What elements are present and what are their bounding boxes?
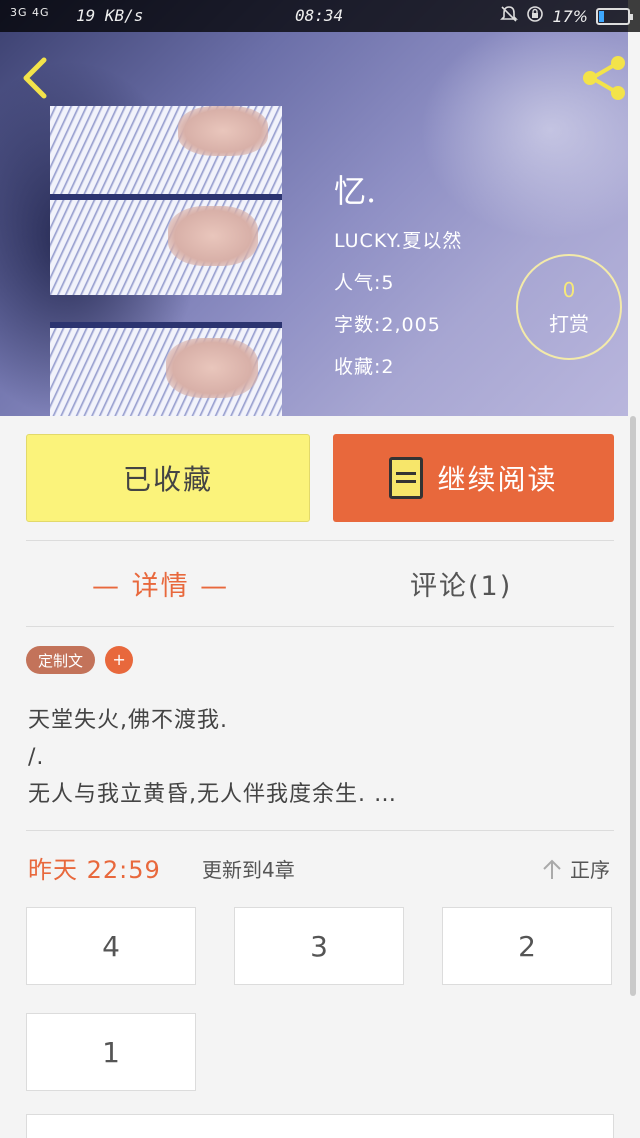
book-cover-image (50, 106, 282, 416)
list-panel (26, 1114, 614, 1138)
rotation-lock-icon (526, 5, 544, 27)
book-header: 忆. LUCKY.夏以然 人气:5 字数:2,005 收藏:2 0 打赏 (0, 0, 628, 416)
book-popularity: 人气:5 (334, 272, 395, 294)
mute-icon (500, 5, 519, 27)
network-speed: 19 KB/s (76, 6, 144, 25)
book-favorites: 收藏:2 (334, 356, 395, 378)
scrollbar[interactable] (630, 416, 636, 996)
arrow-up-icon (543, 859, 561, 879)
signal-indicator: 3G 4G (10, 6, 50, 19)
chapter-button[interactable]: 1 (26, 1013, 196, 1091)
chapter-button[interactable]: 3 (234, 907, 404, 985)
battery-icon (596, 7, 633, 25)
detail-tabs: — 详情 — 评论(1) (26, 546, 614, 622)
continue-reading-label: 继续阅读 (437, 463, 558, 496)
clock: 08:34 (295, 6, 344, 25)
book-info: 忆. LUCKY.夏以然 人气:5 字数:2,005 收藏:2 (334, 166, 462, 394)
chapter-button[interactable]: 4 (26, 907, 196, 985)
update-chapter-count: 更新到4章 (202, 858, 295, 882)
reward-button[interactable]: 0 打赏 (516, 254, 622, 360)
description-line: 天堂失火,佛不渡我. (28, 708, 228, 733)
description-line: 无人与我立黄昏,无人伴我度余生. … (28, 782, 397, 807)
tab-comments[interactable]: 评论(1) (410, 564, 512, 603)
battery-percent: 17% (552, 6, 588, 26)
divider (26, 830, 614, 831)
tag-list: 定制文 + (26, 646, 134, 674)
add-tag-button[interactable]: + (105, 646, 134, 674)
share-icon (583, 56, 625, 100)
sort-label: 正序 (570, 858, 610, 882)
reward-count: 0 (562, 278, 576, 302)
reward-label: 打赏 (549, 312, 589, 336)
tab-details[interactable]: — 详情 — (92, 564, 229, 603)
divider (26, 626, 614, 627)
update-time: 昨天 22:59 (28, 856, 161, 884)
chevron-left-icon (23, 57, 47, 99)
update-info: 昨天 22:59 更新到4章 正序 (26, 850, 614, 886)
book-description[interactable]: 天堂失火,佛不渡我. /. 无人与我立黄昏,无人伴我度余生. … (28, 702, 608, 813)
action-buttons: 已收藏 继续阅读 (26, 434, 614, 522)
divider (26, 540, 614, 541)
sort-toggle[interactable]: 正序 (542, 854, 610, 883)
book-word-count: 字数:2,005 (334, 314, 441, 336)
continue-reading-button[interactable]: 继续阅读 (333, 434, 614, 522)
book-title: 忆. (334, 172, 377, 210)
favorited-button[interactable]: 已收藏 (26, 434, 310, 522)
book-icon (389, 457, 424, 499)
book-author[interactable]: LUCKY.夏以然 (334, 226, 462, 253)
description-line: /. (28, 745, 45, 770)
chapter-button[interactable]: 2 (442, 907, 612, 985)
tag-custom[interactable]: 定制文 (26, 646, 96, 674)
status-bar: 3G 4G 19 KB/s 08:34 17% (0, 0, 640, 32)
share-button[interactable] (580, 54, 630, 104)
back-button[interactable] (16, 54, 56, 104)
